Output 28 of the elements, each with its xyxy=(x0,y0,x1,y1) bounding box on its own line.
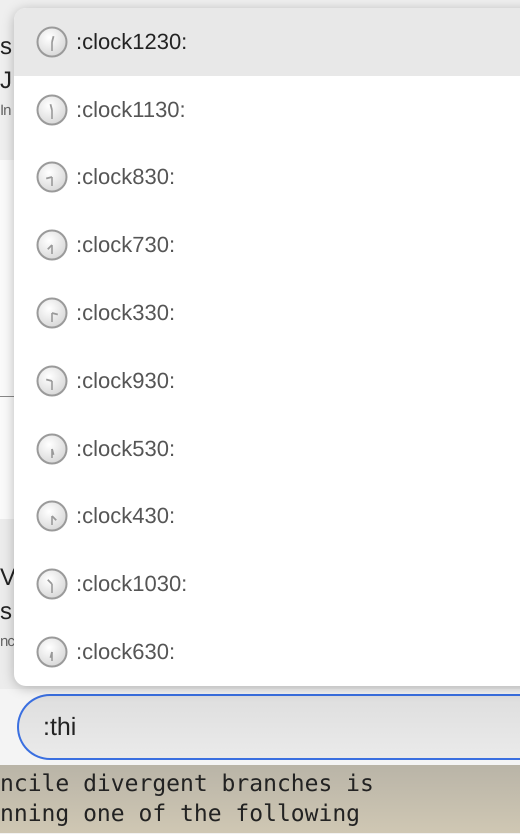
clock-icon xyxy=(36,26,68,58)
clock-icon xyxy=(36,364,68,397)
suggestion-item[interactable]: :clock1130: xyxy=(14,76,520,144)
suggestion-item[interactable]: :clock1030: xyxy=(14,550,520,618)
clock-icon xyxy=(36,636,68,668)
clock-icon xyxy=(36,297,68,330)
clock-icon xyxy=(36,568,68,600)
suggestion-item[interactable]: :clock430: xyxy=(14,482,520,550)
document-line: nning one of the following xyxy=(0,800,360,829)
clock-icon xyxy=(36,94,68,126)
clock-icon xyxy=(36,432,68,465)
suggestion-item[interactable]: :clock730: xyxy=(14,211,520,280)
text-fragment: nc xyxy=(0,632,14,652)
suggestion-item[interactable]: :clock330: xyxy=(14,279,520,347)
suggestion-item[interactable]: :clock930: xyxy=(14,346,520,415)
suggestion-item[interactable]: :clock830: xyxy=(14,144,520,212)
message-input[interactable]: :thi xyxy=(17,694,520,760)
text-fragment: In xyxy=(0,101,11,121)
text-fragment: J xyxy=(0,66,12,96)
suggestion-item[interactable]: :clock1230: xyxy=(14,8,520,76)
text-fragment: s xyxy=(0,597,12,627)
clock-icon xyxy=(36,229,68,262)
text-fragment: s xyxy=(0,32,12,62)
clock-icon xyxy=(36,161,68,194)
suggestion-item[interactable]: :clock530: xyxy=(14,414,520,483)
suggestion-item[interactable]: :clock630: xyxy=(14,618,520,686)
clock-icon xyxy=(36,500,68,532)
document-line: ncile divergent branches is xyxy=(0,770,374,799)
